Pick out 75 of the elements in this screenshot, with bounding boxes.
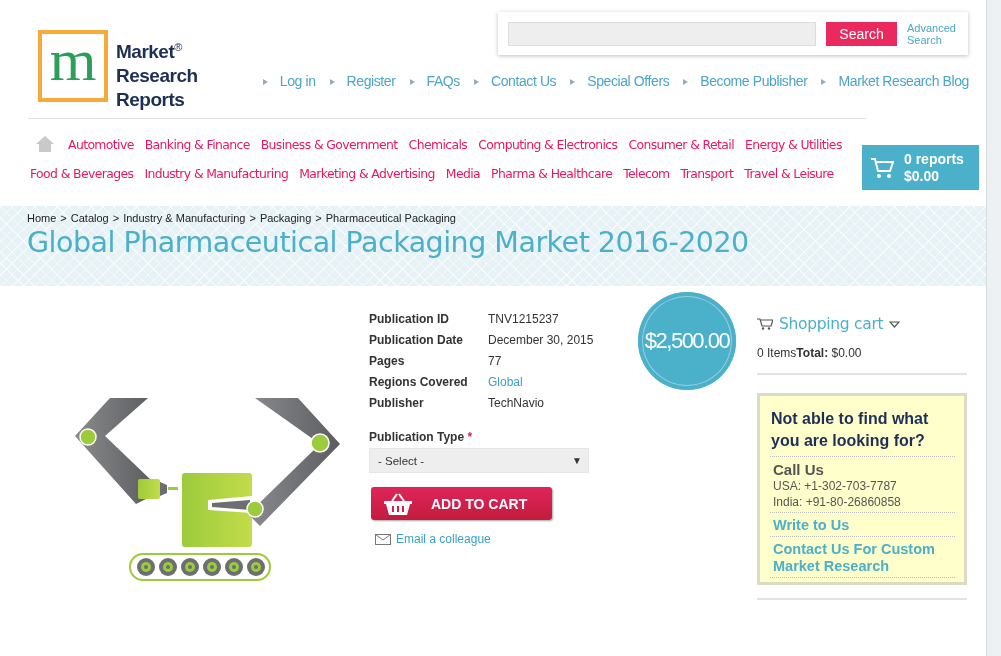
arrow-icon <box>409 79 415 86</box>
breadcrumb-separator: > <box>249 212 256 224</box>
breadcrumb-link[interactable]: Pharmaceutical Packaging <box>325 212 456 224</box>
cart-icon <box>757 318 773 330</box>
scrollbar-track[interactable] <box>986 0 1001 656</box>
logo-text[interactable]: Market$^{®}$ Research Reports <box>116 35 198 113</box>
category-link[interactable]: Banking & Finance <box>144 136 250 152</box>
basket-icon <box>383 492 413 515</box>
detail-label: Pages <box>369 354 406 368</box>
arrow-icon <box>570 79 576 86</box>
arrow-icon <box>683 79 689 86</box>
category-link[interactable]: Business & Government <box>260 136 398 152</box>
detail-label: Publication ID <box>369 312 450 326</box>
category-link[interactable]: Marketing & Advertising <box>299 166 435 181</box>
cart-summary-button[interactable]: 0 reports $0.00 <box>862 145 979 190</box>
shopping-cart-link[interactable]: Shopping cart <box>779 315 884 333</box>
category-link[interactable]: Consumer & Retail <box>628 136 734 152</box>
search-field[interactable] <box>508 21 816 46</box>
cart-total-text: 0 ItemsTotal: $0.00 <box>757 346 863 360</box>
category-link[interactable]: Media <box>445 166 481 181</box>
detail-value: TNV1215237 <box>488 312 560 326</box>
breadcrumb-separator: > <box>60 212 67 224</box>
category-link[interactable]: Food & Beverages <box>30 166 134 181</box>
advanced-search-link[interactable]: Advanced Search <box>907 21 956 46</box>
detail-value: TechNavio <box>488 396 546 410</box>
arrow-icon <box>329 79 335 86</box>
breadcrumb-link[interactable]: Home <box>27 212 57 224</box>
category-link[interactable]: Computing & Electronics <box>478 136 618 152</box>
detail-label: Regions Covered <box>369 375 469 389</box>
detail-value: 77 <box>488 354 503 368</box>
page-title: Global Pharmaceutical Packaging Market 2016-2020 <box>27 226 750 259</box>
arrow-icon <box>473 79 479 86</box>
call-us-heading: Call Us <box>773 461 825 478</box>
category-link[interactable]: Transport <box>680 166 734 181</box>
top-link[interactable]: Contact Us <box>473 73 557 89</box>
breadcrumb-separator: > <box>315 212 322 224</box>
field-label: Publication Type * <box>369 430 474 444</box>
help-link[interactable]: Write to Us <box>773 517 952 534</box>
envelope-icon <box>375 533 391 545</box>
phone-number: India: +91-80-26860858 <box>773 494 902 510</box>
email-link[interactable]: Email a colleague <box>375 532 609 546</box>
top-link[interactable]: Log in <box>262 73 316 89</box>
breadcrumb-link[interactable]: Industry & Manufacturing <box>123 212 246 224</box>
help-heading: Not able to find what you are looking for? <box>770 408 955 457</box>
top-link[interactable]: Register <box>329 73 396 89</box>
category-link[interactable]: Chemicals <box>408 136 468 152</box>
category-link[interactable]: Energy & Utilities <box>745 136 842 152</box>
top-link[interactable]: Special Offers <box>570 73 670 89</box>
detail-label: Publisher <box>369 396 425 410</box>
category-link[interactable]: Pharma & Healthcare <box>491 166 613 181</box>
category-link[interactable]: Travel & Leisure <box>744 166 834 181</box>
publication-type-select[interactable]: - Select - ▼ <box>369 448 589 473</box>
help-link[interactable]: Contact Us For Custom Market Research <box>773 541 952 575</box>
detail-link[interactable]: Global <box>488 375 609 389</box>
detail-value: December 30, 2015 <box>488 333 595 347</box>
top-link[interactable]: Become Publisher <box>683 73 808 89</box>
arrow-icon <box>821 79 827 86</box>
add-to-cart-button[interactable]: ADD TO CART <box>371 487 552 520</box>
breadcrumb-link[interactable]: Packaging <box>259 212 312 224</box>
search-button[interactable]: Search <box>826 21 897 46</box>
breadcrumb-separator: > <box>112 212 120 224</box>
arrow-icon <box>262 79 268 86</box>
top-link[interactable]: Market Research Blog <box>821 73 969 89</box>
dropdown-caret-icon[interactable] <box>889 320 901 328</box>
top-link[interactable]: FAQs <box>409 73 460 89</box>
cart-icon <box>870 156 894 179</box>
home-icon[interactable] <box>36 136 54 152</box>
category-link[interactable]: Telecom <box>623 166 670 181</box>
logo-mark[interactable]: m <box>38 30 108 102</box>
breadcrumb-link[interactable]: Catalog <box>70 212 109 224</box>
phone-number: USA: +1-302-703-7787 <box>773 478 898 494</box>
category-link[interactable]: Automotive <box>68 136 134 152</box>
category-link[interactable]: Industry & Manufacturing <box>144 166 289 181</box>
price-badge: $2,500.00 <box>638 292 736 390</box>
detail-label: Publication Date <box>369 333 464 347</box>
